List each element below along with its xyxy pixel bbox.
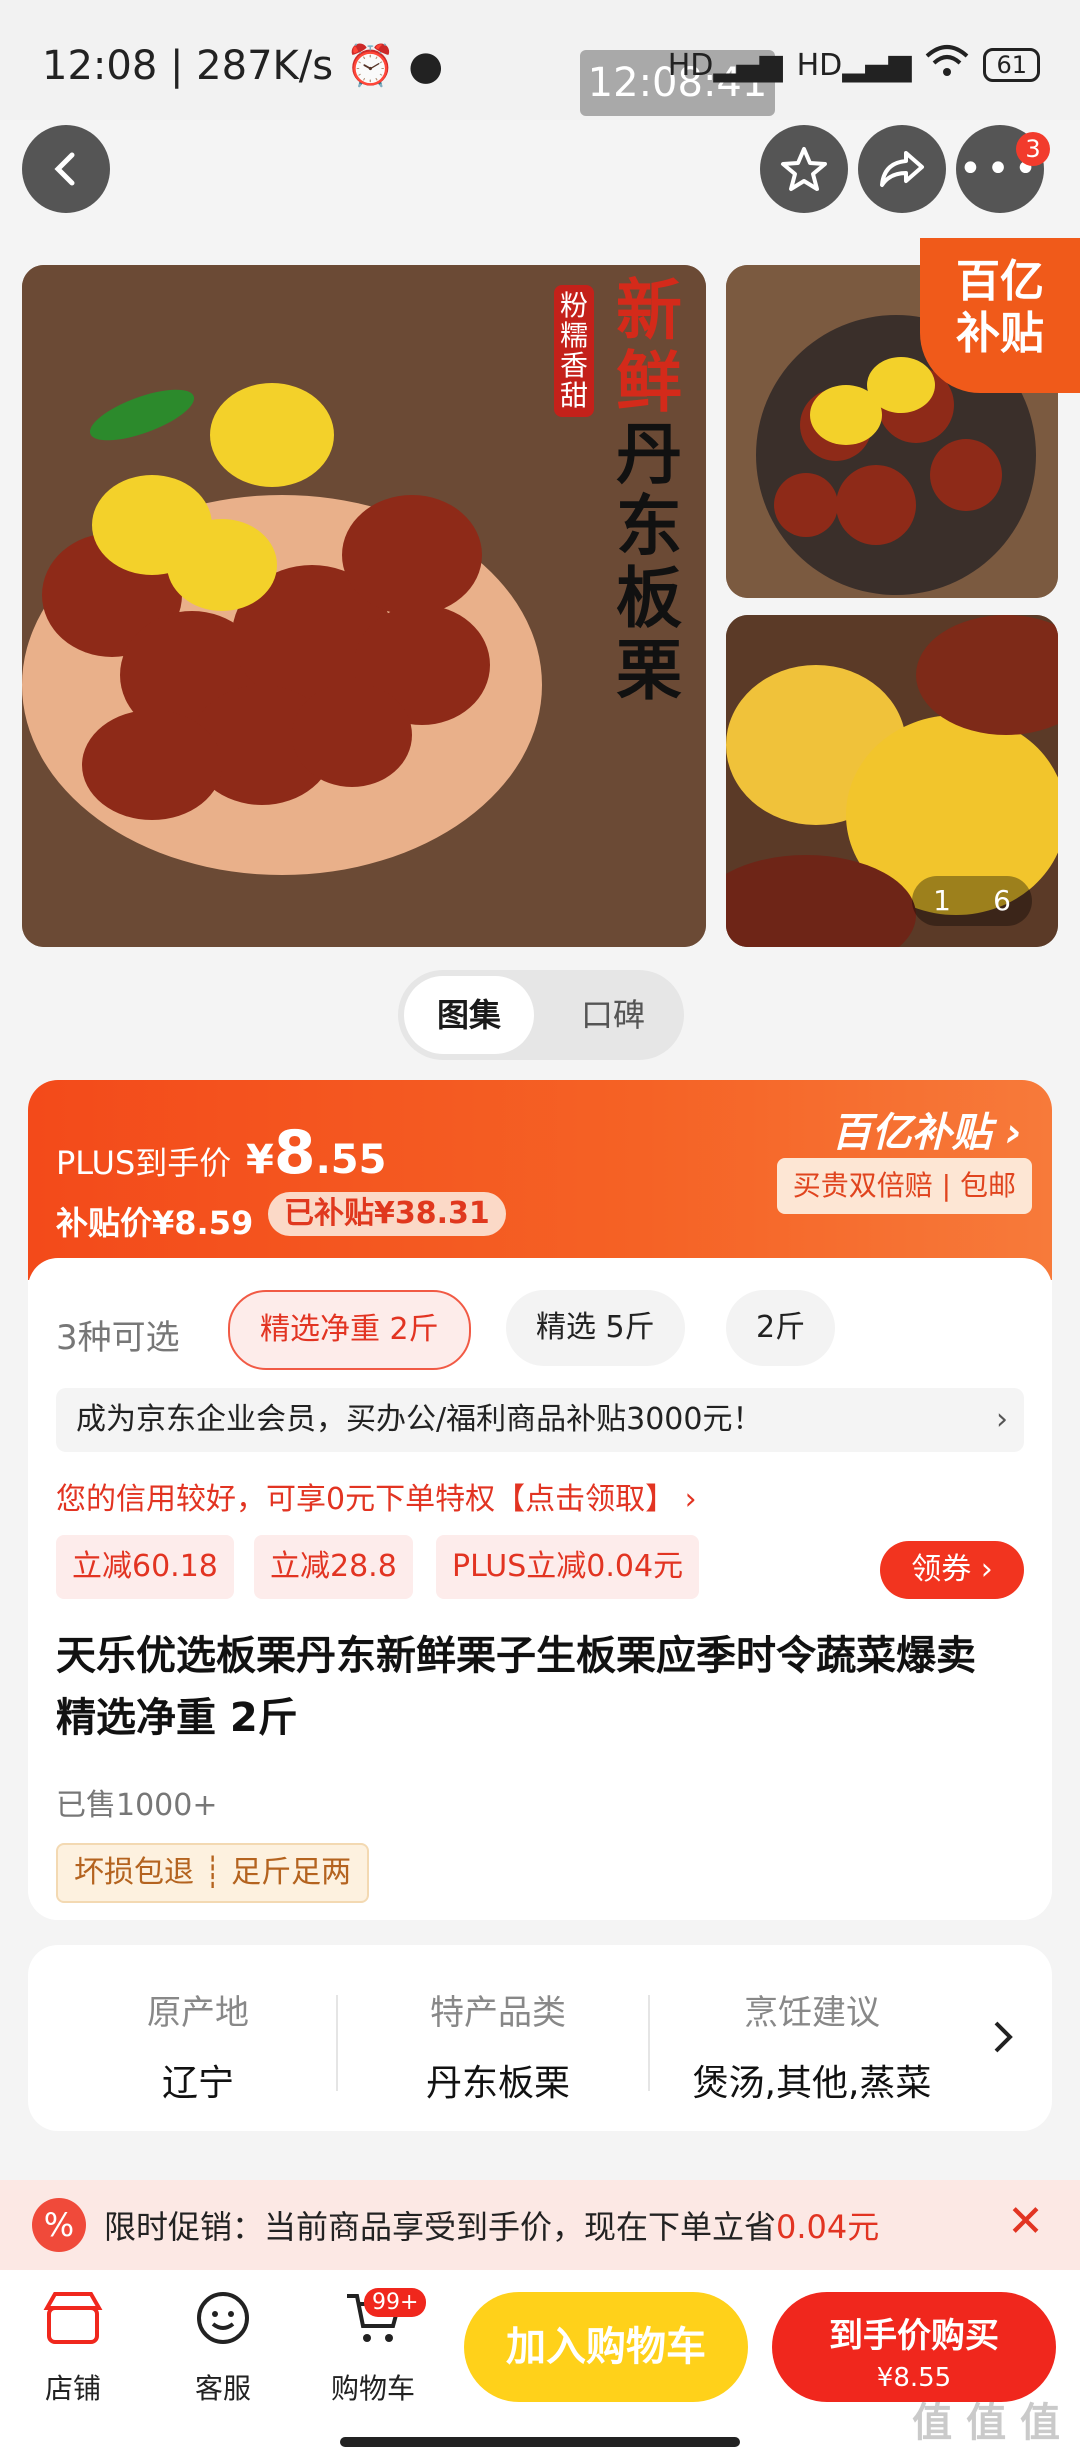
add-to-cart-button[interactable]: 加入购物车	[464, 2292, 748, 2402]
credit-privilege-link[interactable]: 您的信用较好，可享0元下单特权【点击领取】 ›	[56, 1474, 697, 1518]
watermark: 值 值 值	[912, 2400, 1060, 2446]
attr-cooking: 烹饪建议 煲汤,其他,蒸菜	[692, 1993, 932, 2104]
enterprise-promo-bar[interactable]: 成为京东企业会员，买办公/福利商品补贴3000元！ ›	[56, 1388, 1024, 1452]
attr-origin: 原产地 辽宁	[147, 1993, 249, 2104]
final-price: ¥8.55	[246, 1118, 387, 1188]
product-title: 天乐优选板栗丹东新鲜栗子生板栗应季时令蔬菜爆卖 精选净重 2斤	[56, 1633, 976, 1741]
chevron-right-icon	[994, 2021, 1013, 2053]
chat-icon	[168, 2290, 278, 2359]
tab-store[interactable]: 店铺	[18, 2290, 128, 2407]
back-button[interactable]	[22, 125, 110, 213]
chevron-right-icon: ›	[996, 1402, 1008, 1437]
star-icon	[781, 147, 827, 191]
signal-icon-2: HD▂▄▆	[796, 47, 912, 83]
status-icons: HD▂▄▆ HD▂▄▆ 61	[668, 44, 1040, 86]
close-icon[interactable]: ✕	[1007, 2196, 1044, 2247]
buy-now-button[interactable]: 到手价购买 ¥8.55	[772, 2292, 1056, 2402]
dot-icon: ●	[408, 43, 444, 89]
wifi-icon	[925, 44, 969, 86]
subsidy-price: 补贴价¥8.59	[56, 1204, 254, 1242]
media-segment: 图集 口碑	[398, 970, 684, 1060]
tab-gallery[interactable]: 图集	[404, 976, 534, 1054]
service-tags: 坏损包退 ┊ 足斤足两	[56, 1843, 370, 1903]
get-coupon-button[interactable]: 领券 ›	[880, 1541, 1024, 1599]
option-count: 3种可选	[56, 1318, 180, 1358]
subsidy-saved-tag: 已补贴¥38.31	[268, 1192, 506, 1236]
home-indicator[interactable]	[340, 2437, 740, 2447]
guarantee-tag: 买贵双倍赔 | 包邮	[776, 1158, 1032, 1214]
battery-icon: 61	[983, 48, 1040, 82]
notification-badge: 3	[1016, 132, 1050, 166]
share-button[interactable]	[858, 125, 946, 213]
status-time-speed: 12:08 | 287K/s ⏰ ●	[42, 43, 444, 89]
coupon-tag-1: 立减60.18	[56, 1535, 234, 1599]
status-bar: 12:08 | 287K/s ⏰ ● 12:08:41 HD▂▄▆ HD▂▄▆ …	[0, 0, 1080, 120]
share-icon	[880, 151, 924, 187]
tab-reviews[interactable]: 口碑	[548, 976, 678, 1054]
option-chip-1[interactable]: 精选净重 2斤	[228, 1290, 471, 1370]
price-header: PLUS到手价 ¥8.55 补贴价¥8.59 已补贴¥38.31 百亿补贴 › …	[28, 1080, 1052, 1280]
sold-count: 已售1000+	[56, 1788, 218, 1823]
favorite-button[interactable]	[760, 125, 848, 213]
option-chip-3[interactable]: 2斤	[726, 1290, 836, 1366]
subsidy-corner-logo: 百亿 补贴	[920, 238, 1080, 393]
tab-customer-service[interactable]: 客服	[168, 2290, 278, 2407]
cart-count-badge: 99+	[364, 2288, 427, 2317]
limited-promo-strip: % 限时促销：当前商品享受到手价，现在下单立省0.04元 ✕	[0, 2180, 1080, 2270]
option-chip-2[interactable]: 精选 5斤	[506, 1290, 685, 1366]
chevron-left-icon	[54, 152, 75, 186]
attr-category: 特产品类 丹东板栗	[425, 1993, 570, 2104]
divider	[336, 1995, 338, 2091]
image-title: 新鲜丹东板栗	[616, 272, 682, 709]
coupon-tag-2: 立减28.8	[254, 1535, 413, 1599]
product-tag: 粉糯香甜	[554, 285, 594, 417]
discount-icon: %	[32, 2198, 86, 2252]
divider	[648, 1995, 650, 2091]
price-card: PLUS到手价 ¥8.55 补贴价¥8.59 已补贴¥38.31 百亿补贴 › …	[28, 1080, 1052, 1920]
promo-strip-text: 限时促销：当前商品享受到手价，现在下单立省0.04元	[104, 2208, 880, 2246]
alarm-icon: ⏰	[345, 43, 396, 89]
plus-price-label: PLUS到手价	[56, 1144, 232, 1182]
signal-icon: HD▂▄▆	[667, 47, 783, 83]
page-indicator: 16	[912, 876, 1032, 926]
attributes-card[interactable]: 原产地 辽宁 特产品类 丹东板栗 烹饪建议 煲汤,其他,蒸菜	[28, 1945, 1052, 2131]
store-icon	[18, 2290, 128, 2359]
product-image-main[interactable]: 粉糯香甜 新鲜丹东板栗	[22, 265, 706, 947]
coupon-tag-3: PLUS立减0.04元	[436, 1535, 700, 1599]
subsidy-logo[interactable]: 百亿补贴 ›	[832, 1100, 1022, 1158]
